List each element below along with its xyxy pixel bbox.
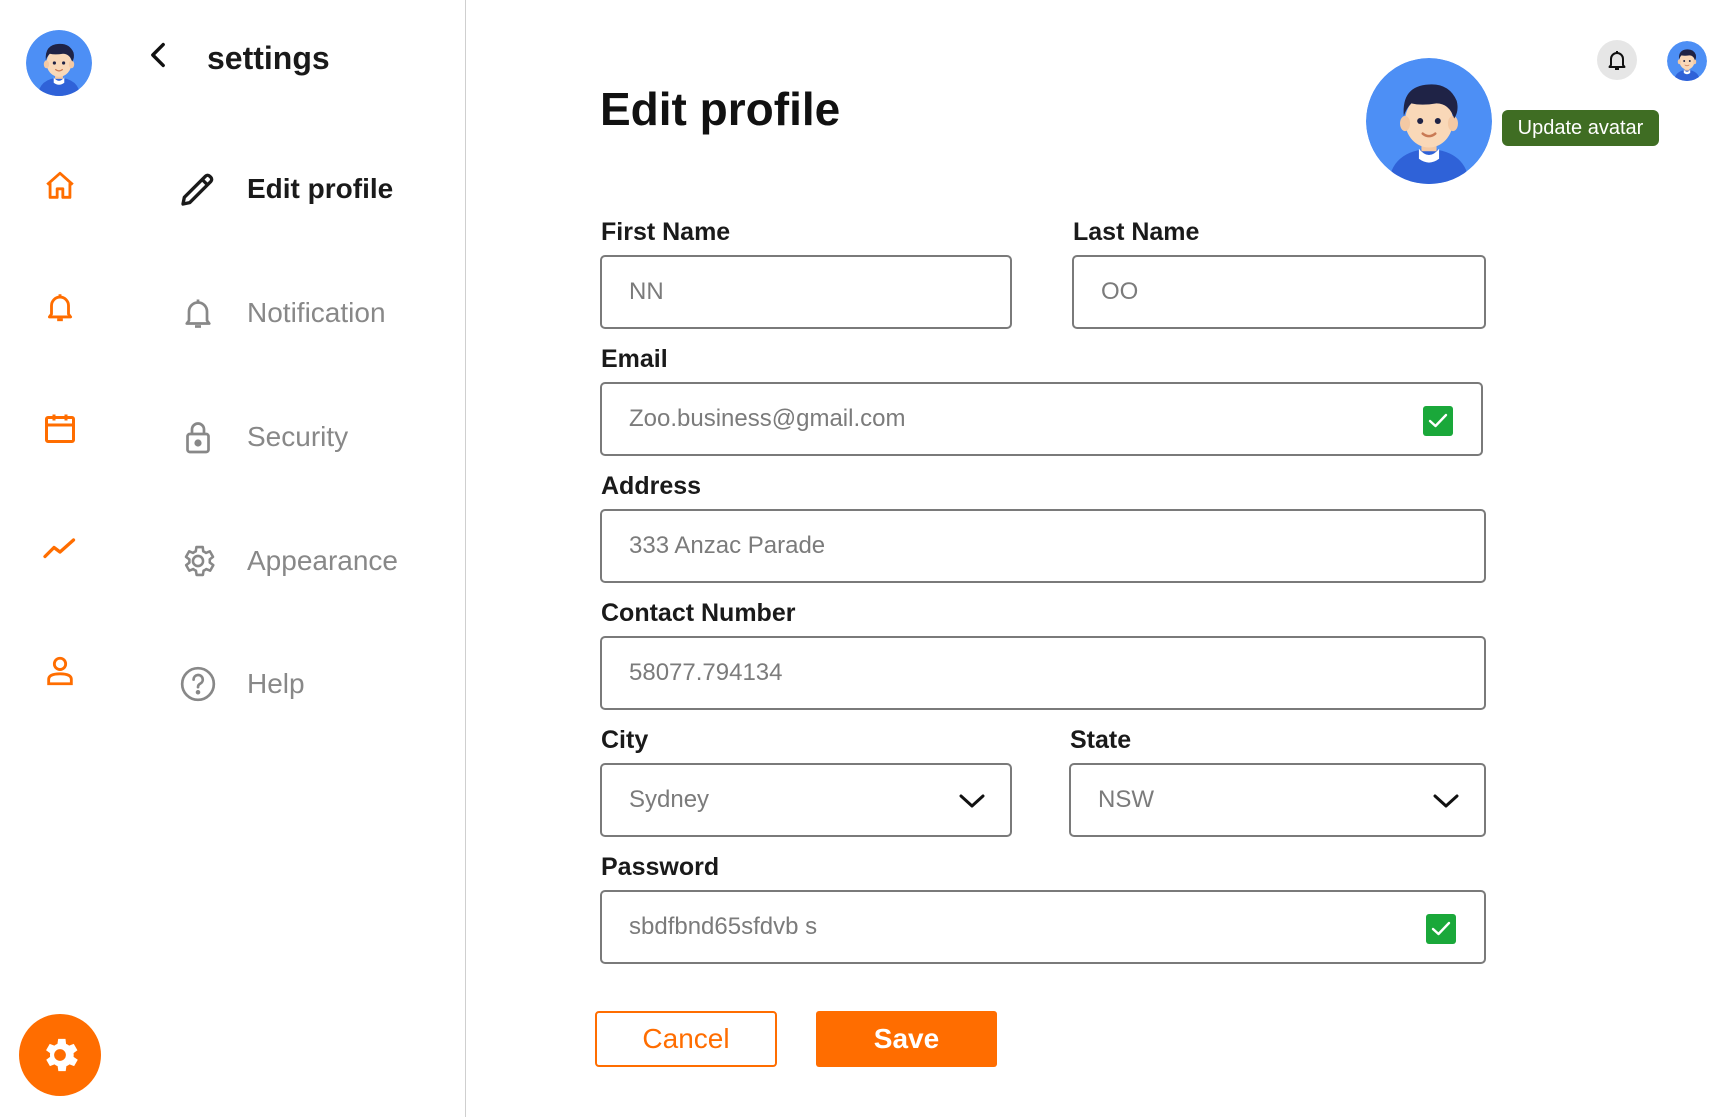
email-value: Zoo.business@gmail.com — [629, 405, 906, 432]
chevron-down-icon — [1432, 789, 1460, 813]
menu-item-label: Notification — [247, 297, 386, 328]
email-field[interactable]: Zoo.business@gmail.com — [600, 382, 1483, 456]
lock-icon — [175, 414, 221, 460]
city-select[interactable]: Sydney — [600, 763, 1012, 837]
city-label: City — [601, 726, 649, 754]
notifications-button[interactable] — [1597, 40, 1637, 80]
update-avatar-button[interactable]: Update avatar — [1502, 110, 1659, 146]
contact-number-value: 58077.794134 — [629, 659, 783, 686]
password-field[interactable]: sbdfbnd65sfdvb s — [600, 890, 1486, 964]
page-title: Edit profile — [600, 83, 841, 135]
menu-item-edit-profile[interactable]: Edit profile — [175, 164, 393, 214]
contact-number-label: Contact Number — [601, 599, 796, 627]
checkmark-icon — [1423, 406, 1453, 436]
bell-icon[interactable] — [40, 287, 80, 327]
user-icon[interactable] — [40, 651, 80, 691]
address-value: 333 Anzac Parade — [629, 532, 826, 559]
help-circle-icon — [175, 661, 221, 707]
password-label: Password — [601, 853, 720, 881]
user-avatar[interactable] — [26, 30, 92, 96]
save-button[interactable]: Save — [816, 1011, 997, 1067]
address-field[interactable]: 333 Anzac Parade — [600, 509, 1486, 583]
last-name-field[interactable]: OO — [1072, 255, 1486, 329]
password-value: sbdfbnd65sfdvb s — [629, 913, 818, 940]
home-icon[interactable] — [40, 166, 80, 206]
cancel-button[interactable]: Cancel — [595, 1011, 777, 1067]
account-avatar[interactable] — [1667, 41, 1707, 81]
settings-title: settings — [207, 40, 330, 76]
pencil-icon — [175, 166, 221, 212]
trend-icon[interactable] — [40, 529, 80, 569]
panel-divider — [465, 0, 466, 1117]
bell-icon — [175, 290, 221, 336]
first-name-value: NN — [629, 278, 664, 305]
menu-item-label: Appearance — [247, 545, 399, 576]
state-value: NSW — [1098, 786, 1154, 813]
menu-item-help[interactable]: Help — [175, 659, 305, 709]
contact-number-field[interactable]: 58077.794134 — [600, 636, 1486, 710]
menu-item-label: Security — [247, 421, 349, 452]
address-label: Address — [601, 472, 702, 500]
calendar-icon[interactable] — [40, 408, 80, 448]
back-button[interactable] — [143, 40, 173, 70]
settings-gear-button[interactable] — [19, 1014, 101, 1096]
gear-icon — [46, 1038, 78, 1072]
state-label: State — [1070, 726, 1132, 754]
menu-item-appearance[interactable]: Appearance — [175, 536, 398, 586]
chevron-down-icon — [958, 789, 986, 813]
chevron-left-icon — [151, 42, 165, 68]
menu-item-security[interactable]: Security — [175, 412, 348, 462]
email-label: Email — [601, 345, 668, 373]
city-value: Sydney — [629, 786, 710, 813]
state-select[interactable]: NSW — [1069, 763, 1486, 837]
menu-item-label: Edit profile — [247, 173, 394, 204]
first-name-label: First Name — [601, 218, 731, 246]
bell-icon — [1608, 51, 1626, 70]
last-name-label: Last Name — [1073, 218, 1200, 246]
checkmark-icon — [1426, 914, 1456, 944]
last-name-value: OO — [1101, 278, 1139, 305]
first-name-field[interactable]: NN — [600, 255, 1012, 329]
menu-item-notification[interactable]: Notification — [175, 288, 386, 338]
profile-avatar[interactable] — [1366, 58, 1492, 184]
menu-item-label: Help — [247, 668, 305, 699]
gear-icon — [175, 538, 221, 584]
